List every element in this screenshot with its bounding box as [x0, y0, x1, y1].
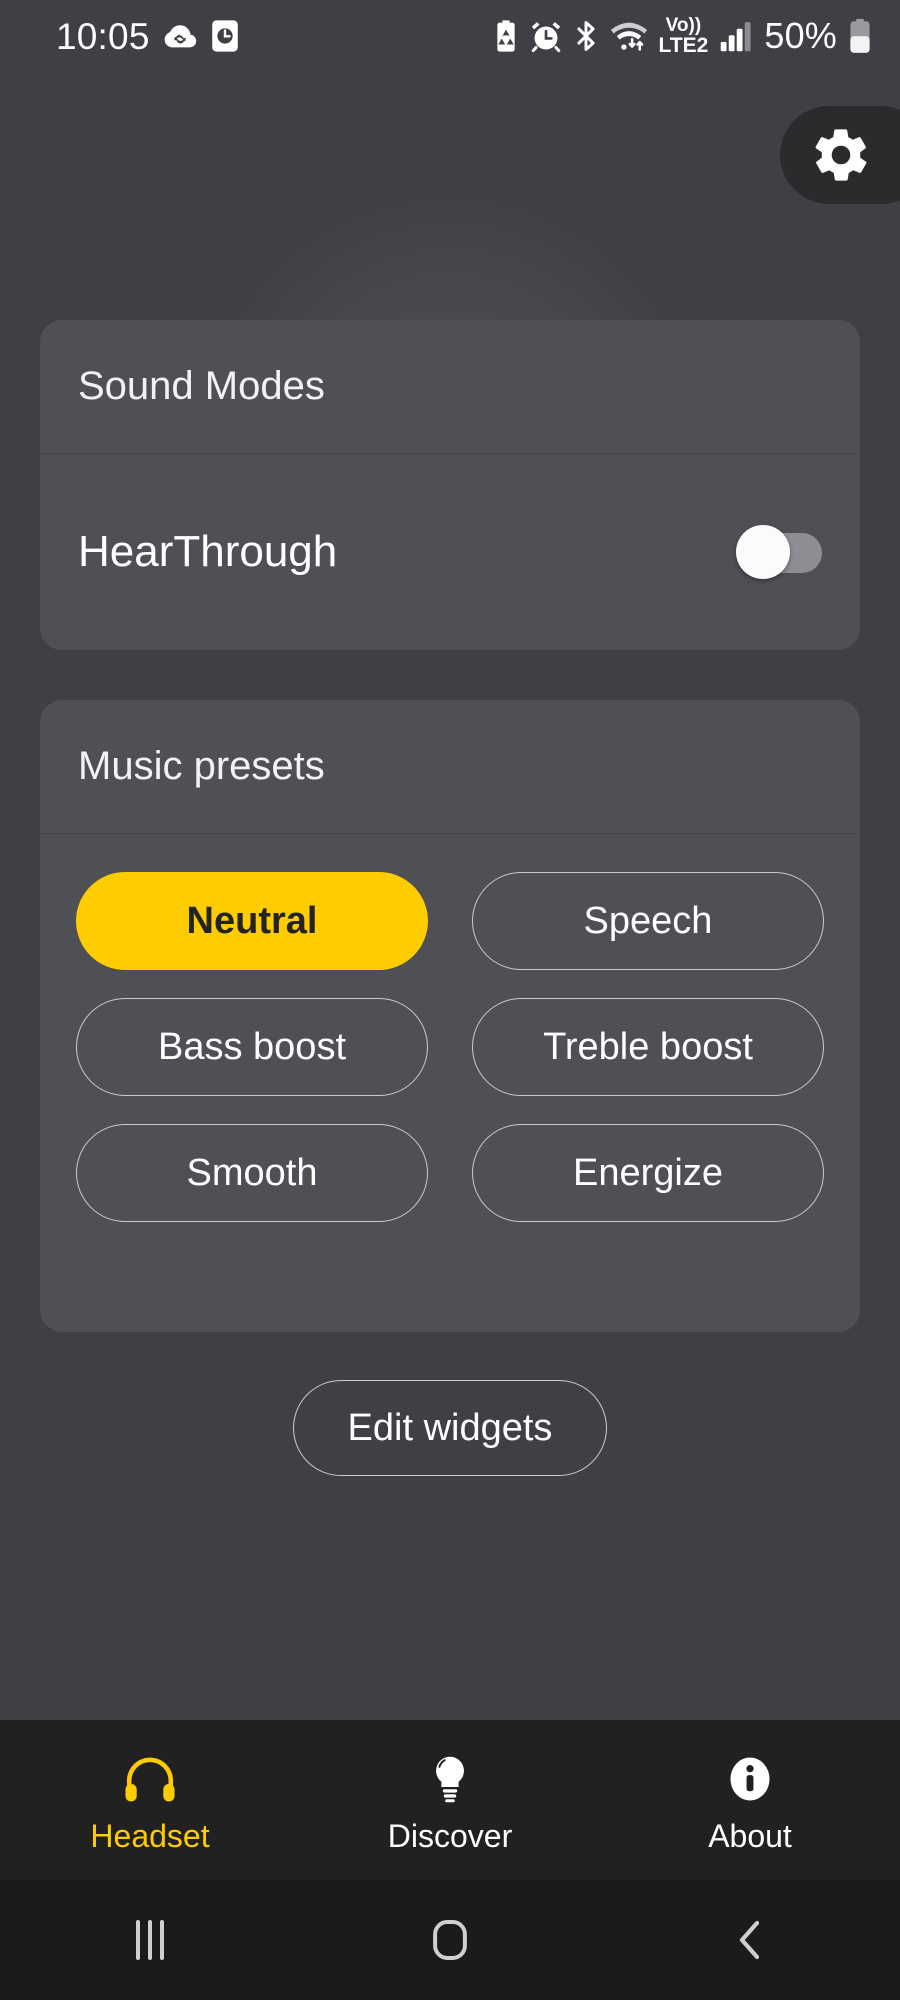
preset-bass-boost[interactable]: Bass boost — [76, 998, 428, 1096]
settings-button[interactable] — [780, 106, 900, 204]
preset-smooth[interactable]: Smooth — [76, 1124, 428, 1222]
battery-icon — [848, 18, 872, 54]
tab-headset[interactable]: Headset — [0, 1720, 300, 1880]
tab-discover[interactable]: Discover — [300, 1720, 600, 1880]
home-button[interactable] — [300, 1918, 600, 1962]
signal-bars-icon — [719, 20, 753, 52]
network-type-label: LTE2 — [658, 34, 709, 57]
hearthrough-toggle[interactable] — [736, 525, 822, 579]
toggle-knob — [736, 525, 790, 579]
preset-grid: Neutral Speech Bass boost Treble boost S… — [40, 834, 860, 1262]
tab-headset-label: Headset — [90, 1817, 210, 1854]
info-circle-icon — [727, 1746, 773, 1804]
volte-icon: Vo)) LTE2 — [659, 16, 709, 56]
music-presets-header: Music presets — [40, 700, 860, 834]
lightbulb-icon — [430, 1746, 470, 1804]
recents-icon — [130, 1918, 170, 1962]
headphones-icon — [123, 1746, 177, 1804]
volte-label: Vo)) — [665, 15, 702, 36]
cloud-sync-icon — [163, 19, 197, 53]
hero-section — [0, 72, 900, 322]
status-bar-left: 10:05 — [56, 18, 240, 55]
preset-neutral[interactable]: Neutral — [76, 872, 428, 970]
preset-treble-boost[interactable]: Treble boost — [472, 998, 824, 1096]
sound-modes-title: Sound Modes — [78, 364, 325, 408]
status-bar-clock: 10:05 — [56, 15, 150, 57]
sound-modes-header: Sound Modes — [40, 320, 860, 454]
bottom-tab-bar: Headset Discover About — [0, 1720, 900, 1880]
gear-icon — [810, 124, 872, 186]
back-button[interactable] — [600, 1918, 900, 1962]
back-icon — [731, 1918, 769, 1962]
music-presets-title: Music presets — [78, 744, 325, 788]
app-screen: 10:05 Vo)) LTE2 50% Sound Modes HearThro… — [0, 0, 900, 2000]
wifi-icon — [610, 19, 648, 53]
preset-speech[interactable]: Speech — [472, 872, 824, 970]
home-icon — [429, 1918, 471, 1962]
status-bar-right: Vo)) LTE2 50% — [493, 16, 872, 56]
bluetooth-icon — [573, 19, 599, 53]
tab-about-label: About — [708, 1817, 792, 1854]
battery-saver-icon — [493, 19, 519, 53]
android-navigation-bar — [0, 1880, 900, 2000]
battery-percent-label: 50% — [764, 15, 837, 56]
alarm-icon — [530, 19, 562, 53]
screen-recorder-icon — [210, 19, 240, 53]
tab-discover-label: Discover — [387, 1817, 513, 1854]
sound-modes-card: Sound Modes HearThrough — [40, 320, 860, 650]
recents-button[interactable] — [0, 1918, 300, 1962]
status-bar: 10:05 Vo)) LTE2 50% — [0, 0, 900, 72]
headset-hero-image — [195, 190, 705, 322]
tab-about[interactable]: About — [600, 1720, 900, 1880]
music-presets-card: Music presets Neutral Speech Bass boost … — [40, 700, 860, 1332]
preset-energize[interactable]: Energize — [472, 1124, 824, 1222]
hearthrough-label: HearThrough — [78, 527, 338, 576]
hearthrough-row[interactable]: HearThrough — [40, 454, 860, 650]
edit-widgets-button[interactable]: Edit widgets — [293, 1380, 607, 1476]
